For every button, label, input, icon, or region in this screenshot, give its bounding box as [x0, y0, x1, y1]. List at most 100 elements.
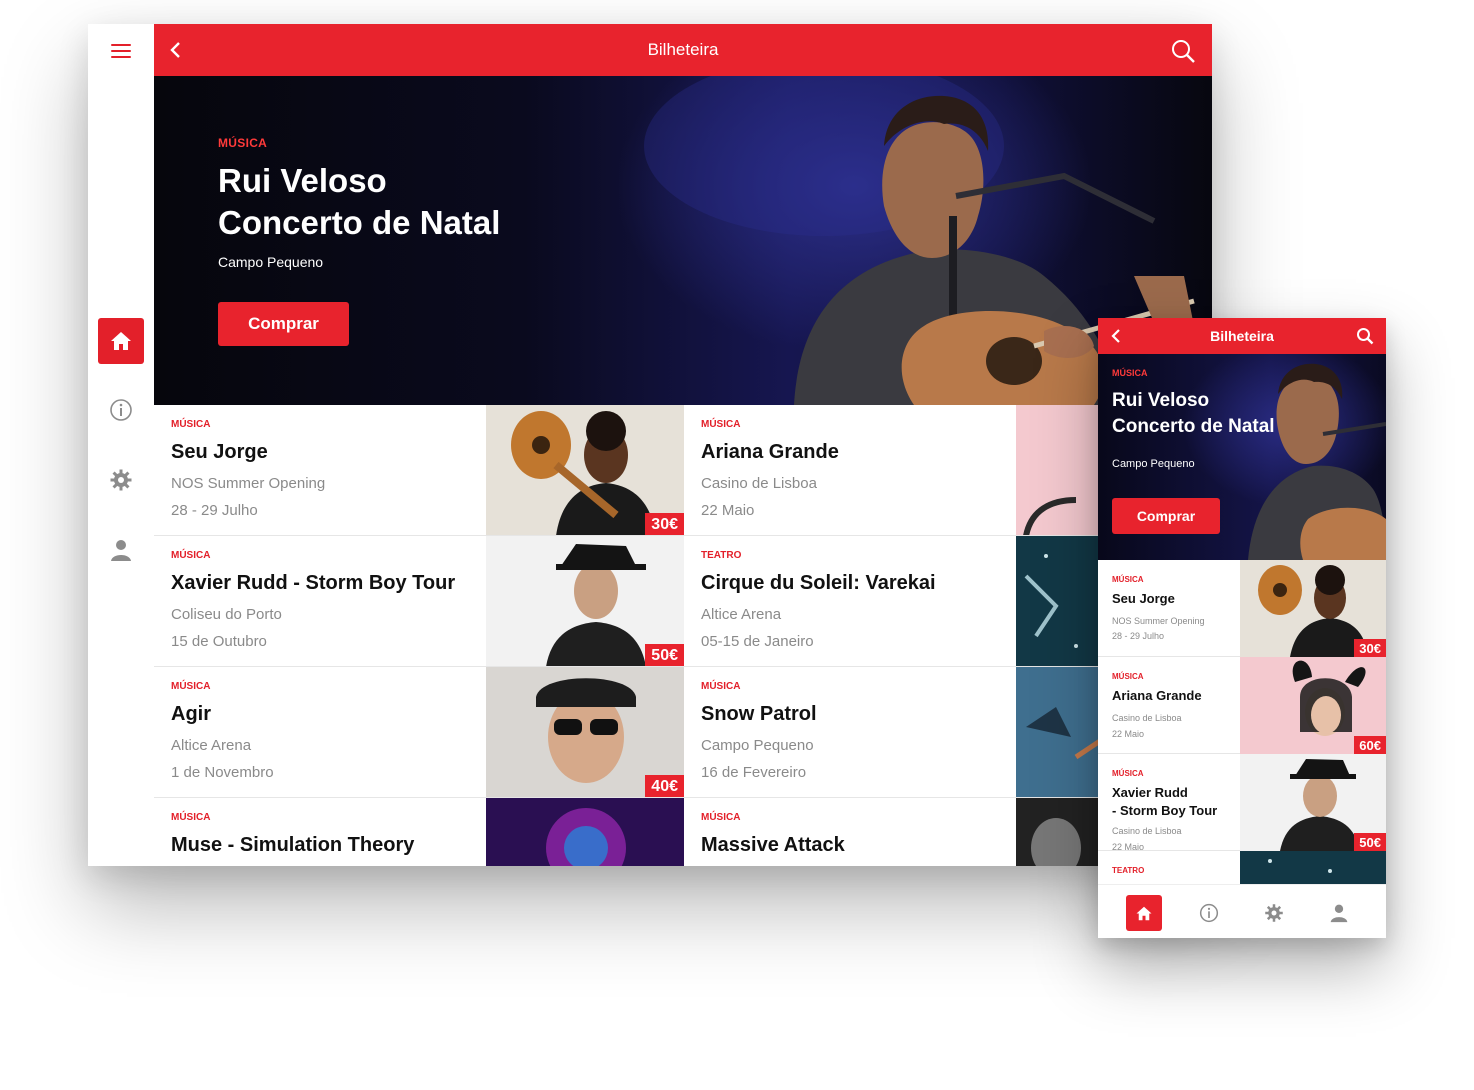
tab-settings[interactable] — [1256, 895, 1292, 931]
event-title: Ariana Grande — [701, 441, 839, 463]
event-photo: 30€ — [486, 405, 684, 535]
price-badge: 50€ — [1354, 833, 1386, 851]
event-category: MÚSICA — [1112, 575, 1144, 584]
event-photo: 40€ — [486, 667, 684, 797]
phone-event-card-teatro[interactable]: TEATRO — [1098, 851, 1386, 884]
nav-home[interactable] — [98, 318, 144, 364]
event-photo: 30€ — [1240, 560, 1386, 657]
hero-title-line1: Rui Veloso — [218, 162, 387, 199]
sidebar — [88, 24, 154, 866]
event-venue: Coliseu do Porto — [171, 606, 282, 623]
phone-featured-banner[interactable]: MÚSICA Rui Veloso Concerto de Natal Camp… — [1098, 354, 1386, 560]
phone-event-card-xavier-rudd[interactable]: MÚSICA Xavier Rudd - Storm Boy Tour Casi… — [1098, 754, 1386, 852]
featured-banner[interactable]: MÚSICA Rui Veloso Concerto de Natal Camp… — [154, 76, 1212, 405]
event-title: Xavier Rudd - Storm Boy Tour — [171, 572, 456, 594]
event-date: 22 Maio — [1112, 729, 1145, 739]
hero-title: Rui Veloso Concerto de Natal — [218, 160, 578, 244]
event-title-line1: Xavier Rudd — [1112, 785, 1188, 800]
hero-performer-photo — [1248, 363, 1386, 560]
event-date: 05-15 de Janeiro — [701, 633, 814, 650]
event-card-muse[interactable]: MÚSICA Muse - Simulation Theory — [154, 798, 684, 866]
phone-event-card-ariana-grande[interactable]: MÚSICA Ariana Grande Casino de Lisboa 22… — [1098, 657, 1386, 754]
event-venue: NOS Summer Opening — [1112, 616, 1205, 626]
tablet-app: Bilheteira MÚSICA Rui Veloso Concerto de — [88, 24, 1212, 866]
event-venue: Altice Arena — [171, 737, 252, 754]
event-venue: NOS Summer Opening — [171, 475, 326, 492]
event-card-agir[interactable]: MÚSICA Agir Altice Arena 1 de Novembro 4… — [154, 667, 684, 798]
event-venue: Casino de Lisboa — [1112, 713, 1182, 723]
phone-event-card-seu-jorge[interactable]: MÚSICA Seu Jorge NOS Summer Opening 28 -… — [1098, 560, 1386, 657]
price-badge: 60€ — [1354, 736, 1386, 754]
event-grid: MÚSICA Seu Jorge NOS Summer Opening 28 -… — [154, 405, 1212, 866]
nav-profile[interactable] — [98, 527, 144, 573]
user-icon — [111, 540, 131, 561]
event-title: Agir — [171, 703, 211, 725]
phone-hero-venue: Campo Pequeno — [1112, 458, 1195, 470]
phone-hero-title-line2: Concerto de Natal — [1112, 416, 1275, 437]
gear-icon — [110, 469, 132, 491]
event-title: Massive Attack — [701, 834, 845, 856]
event-venue: Altice Arena — [701, 606, 782, 623]
top-bar: Bilheteira — [154, 24, 1212, 76]
event-title: Seu Jorge — [171, 441, 268, 463]
gear-icon — [1265, 904, 1283, 922]
event-photo — [1240, 851, 1386, 884]
page-title: Bilheteira — [647, 40, 719, 59]
event-date: 22 Maio — [701, 502, 755, 519]
event-venue: Campo Pequeno — [701, 737, 814, 754]
tab-home[interactable] — [1126, 895, 1162, 931]
event-title-line2: - Storm Boy Tour — [1112, 803, 1218, 818]
event-category: TEATRO — [701, 550, 742, 561]
event-category: MÚSICA — [1112, 672, 1144, 681]
event-card-xavier-rudd[interactable]: MÚSICA Xavier Rudd - Storm Boy Tour Coli… — [154, 536, 684, 667]
event-photo — [486, 798, 684, 866]
tab-profile[interactable] — [1321, 895, 1357, 931]
event-category: MÚSICA — [1112, 769, 1144, 778]
tab-info[interactable] — [1191, 895, 1227, 931]
event-date: 28 - 29 Julho — [1112, 631, 1165, 641]
phone-bottom-nav — [1098, 884, 1386, 938]
search-icon[interactable] — [1356, 327, 1374, 345]
event-title: Snow Patrol — [701, 703, 817, 725]
phone-event-list: MÚSICA Seu Jorge NOS Summer Opening 28 -… — [1098, 560, 1386, 884]
nav-info[interactable] — [98, 387, 144, 433]
event-category: MÚSICA — [701, 419, 741, 430]
info-icon — [1199, 903, 1219, 923]
phone-page-title: Bilheteira — [1210, 328, 1274, 344]
phone-app: Bilheteira MÚSICA Rui Veloso Concerto de… — [1098, 318, 1386, 938]
event-date: 16 de Fevereiro — [701, 764, 807, 781]
info-icon — [110, 399, 132, 421]
event-photo: 60€ — [1240, 657, 1386, 754]
home-icon — [1136, 906, 1152, 920]
event-photo: 50€ — [1240, 754, 1386, 851]
phone-top-bar: Bilheteira — [1098, 318, 1386, 354]
mockup-stage: Bilheteira MÚSICA Rui Veloso Concerto de — [0, 0, 1474, 1090]
price-badge: 30€ — [1354, 639, 1386, 657]
event-title: Muse - Simulation Theory — [171, 834, 415, 856]
event-photo: 50€ — [486, 536, 684, 666]
hero-venue: Campo Pequeno — [218, 254, 324, 270]
event-category: MÚSICA — [701, 812, 741, 823]
event-title: Seu Jorge — [1112, 591, 1175, 606]
buy-button[interactable]: Comprar — [218, 302, 349, 346]
event-title: Xavier Rudd - Storm Boy Tour — [1112, 784, 1240, 820]
event-card-seu-jorge[interactable]: MÚSICA Seu Jorge NOS Summer Opening 28 -… — [154, 405, 684, 536]
event-venue: Casino de Lisboa — [701, 475, 817, 492]
event-date: 1 de Novembro — [171, 764, 274, 781]
phone-hero-title-line1: Rui Veloso — [1112, 390, 1210, 411]
menu-icon[interactable] — [111, 44, 131, 58]
event-date: 15 de Outubro — [171, 633, 267, 650]
phone-hero-title: Rui Veloso Concerto de Natal — [1112, 388, 1302, 440]
search-icon[interactable] — [1170, 38, 1196, 64]
price-badge: 50€ — [645, 644, 684, 666]
hero-title-line2: Concerto de Natal — [218, 204, 501, 241]
event-category: MÚSICA — [171, 419, 211, 430]
price-badge: 30€ — [645, 513, 684, 535]
event-title: Ariana Grande — [1112, 688, 1202, 703]
nav-settings[interactable] — [98, 457, 144, 503]
event-category: MÚSICA — [171, 681, 211, 692]
event-category: MÚSICA — [171, 550, 211, 561]
event-venue: Casino de Lisboa — [1112, 826, 1182, 836]
event-category: MÚSICA — [171, 812, 211, 823]
phone-buy-button[interactable]: Comprar — [1112, 498, 1220, 534]
